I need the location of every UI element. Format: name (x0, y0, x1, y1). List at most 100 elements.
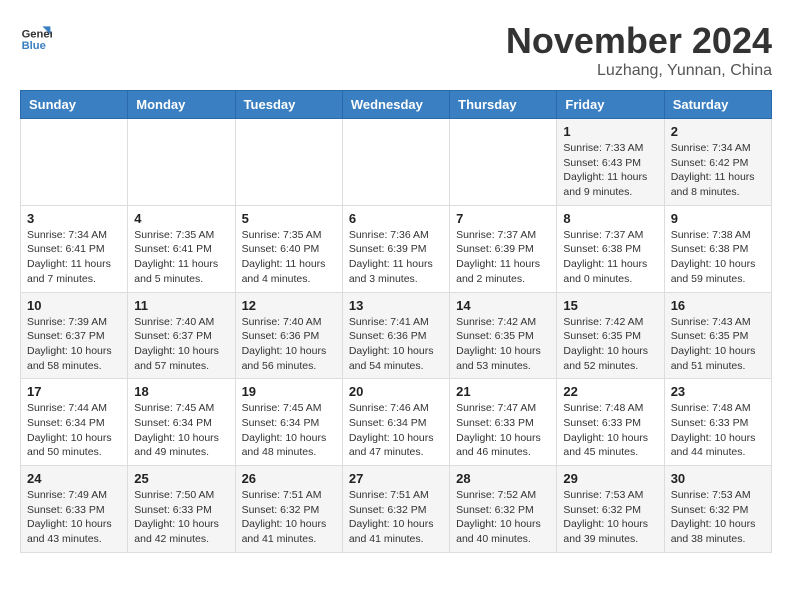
calendar-cell: 23Sunrise: 7:48 AMSunset: 6:33 PMDayligh… (664, 379, 771, 466)
day-number: 8 (563, 211, 657, 226)
calendar-cell (450, 119, 557, 206)
day-number: 18 (134, 384, 228, 399)
day-info: Sunrise: 7:34 AMSunset: 6:42 PMDaylight:… (671, 141, 765, 200)
day-info: Sunrise: 7:48 AMSunset: 6:33 PMDaylight:… (563, 401, 657, 460)
day-number: 4 (134, 211, 228, 226)
day-info: Sunrise: 7:52 AMSunset: 6:32 PMDaylight:… (456, 488, 550, 547)
weekday-header-row: SundayMondayTuesdayWednesdayThursdayFrid… (21, 91, 772, 119)
calendar-cell: 12 Sunrise: 7:40 AMSunset: 6:36 PMDayligh… (235, 292, 342, 379)
weekday-header-wednesday: Wednesday (342, 91, 449, 119)
svg-text:Blue: Blue (22, 40, 46, 52)
calendar-cell: 6 Sunrise: 7:36 AMSunset: 6:39 PMDaylight… (342, 205, 449, 292)
day-info: Sunrise: 7:43 AMSunset: 6:35 PMDaylight:… (671, 315, 765, 374)
day-info: Sunrise: 7:39 AMSunset: 6:37 PMDaylight:… (27, 315, 121, 374)
day-info: Sunrise: 7:42 AMSunset: 6:35 PMDaylight:… (456, 315, 550, 374)
day-number: 26 (242, 471, 336, 486)
calendar-cell (128, 119, 235, 206)
day-info: Sunrise: 7:33 AMSunset: 6:43 PMDaylight:… (563, 141, 657, 200)
calendar-body: 1 Sunrise: 7:33 AMSunset: 6:43 PMDaylight… (21, 119, 772, 553)
day-info: Sunrise: 7:35 AMSunset: 6:40 PMDaylight:… (242, 228, 336, 287)
calendar-cell: 3Sunrise: 7:34 AMSunset: 6:41 PMDaylight… (21, 205, 128, 292)
weekday-header-saturday: Saturday (664, 91, 771, 119)
day-number: 10 (27, 298, 121, 313)
day-info: Sunrise: 7:48 AMSunset: 6:33 PMDaylight:… (671, 401, 765, 460)
day-info: Sunrise: 7:35 AMSunset: 6:41 PMDaylight:… (134, 228, 228, 287)
calendar-cell: 7Sunrise: 7:37 AMSunset: 6:39 PMDaylight… (450, 205, 557, 292)
weekday-header-friday: Friday (557, 91, 664, 119)
calendar-cell (342, 119, 449, 206)
day-number: 21 (456, 384, 550, 399)
weekday-header-sunday: Sunday (21, 91, 128, 119)
calendar-cell: 20 Sunrise: 7:46 AMSunset: 6:34 PMDayligh… (342, 379, 449, 466)
calendar-cell: 13Sunrise: 7:41 AMSunset: 6:36 PMDayligh… (342, 292, 449, 379)
day-number: 7 (456, 211, 550, 226)
day-info: Sunrise: 7:47 AMSunset: 6:33 PMDaylight:… (456, 401, 550, 460)
calendar-table: SundayMondayTuesdayWednesdayThursdayFrid… (20, 90, 772, 553)
week-row-1: 1 Sunrise: 7:33 AMSunset: 6:43 PMDaylight… (21, 119, 772, 206)
week-row-5: 24 Sunrise: 7:49 AMSunset: 6:33 PMDayligh… (21, 466, 772, 553)
month-title: November 2024 (506, 20, 772, 62)
calendar-cell: 29 Sunrise: 7:53 AMSunset: 6:32 PMDayligh… (557, 466, 664, 553)
day-info: Sunrise: 7:42 AMSunset: 6:35 PMDaylight:… (563, 315, 657, 374)
day-number: 5 (242, 211, 336, 226)
day-info: Sunrise: 7:37 AMSunset: 6:38 PMDaylight:… (563, 228, 657, 287)
day-number: 24 (27, 471, 121, 486)
day-info: Sunrise: 7:49 AMSunset: 6:33 PMDaylight:… (27, 488, 121, 547)
calendar-cell: 1 Sunrise: 7:33 AMSunset: 6:43 PMDaylight… (557, 119, 664, 206)
day-number: 27 (349, 471, 443, 486)
day-info: Sunrise: 7:51 AMSunset: 6:32 PMDaylight:… (349, 488, 443, 547)
day-info: Sunrise: 7:40 AMSunset: 6:36 PMDaylight:… (242, 315, 336, 374)
day-info: Sunrise: 7:41 AMSunset: 6:36 PMDaylight:… (349, 315, 443, 374)
logo: General Blue (20, 20, 52, 52)
calendar-cell: 8 Sunrise: 7:37 AMSunset: 6:38 PMDaylight… (557, 205, 664, 292)
calendar-cell: 28 Sunrise: 7:52 AMSunset: 6:32 PMDayligh… (450, 466, 557, 553)
calendar-cell: 10 Sunrise: 7:39 AMSunset: 6:37 PMDayligh… (21, 292, 128, 379)
weekday-header-monday: Monday (128, 91, 235, 119)
location-subtitle: Luzhang, Yunnan, China (506, 62, 772, 80)
calendar-cell: 4 Sunrise: 7:35 AMSunset: 6:41 PMDaylight… (128, 205, 235, 292)
day-number: 28 (456, 471, 550, 486)
calendar-cell: 22 Sunrise: 7:48 AMSunset: 6:33 PMDayligh… (557, 379, 664, 466)
day-info: Sunrise: 7:46 AMSunset: 6:34 PMDaylight:… (349, 401, 443, 460)
day-number: 3 (27, 211, 121, 226)
calendar-cell: 15 Sunrise: 7:42 AMSunset: 6:35 PMDayligh… (557, 292, 664, 379)
day-number: 30 (671, 471, 765, 486)
day-number: 17 (27, 384, 121, 399)
day-number: 1 (563, 124, 657, 139)
day-number: 16 (671, 298, 765, 313)
day-info: Sunrise: 7:36 AMSunset: 6:39 PMDaylight:… (349, 228, 443, 287)
day-number: 9 (671, 211, 765, 226)
calendar-cell: 24 Sunrise: 7:49 AMSunset: 6:33 PMDayligh… (21, 466, 128, 553)
title-block: November 2024 Luzhang, Yunnan, China (506, 20, 772, 80)
day-number: 6 (349, 211, 443, 226)
day-info: Sunrise: 7:53 AMSunset: 6:32 PMDaylight:… (563, 488, 657, 547)
calendar-cell: 2 Sunrise: 7:34 AMSunset: 6:42 PMDaylight… (664, 119, 771, 206)
day-number: 2 (671, 124, 765, 139)
day-number: 22 (563, 384, 657, 399)
day-info: Sunrise: 7:45 AMSunset: 6:34 PMDaylight:… (242, 401, 336, 460)
day-number: 12 (242, 298, 336, 313)
calendar-cell: 5 Sunrise: 7:35 AMSunset: 6:40 PMDaylight… (235, 205, 342, 292)
day-info: Sunrise: 7:38 AMSunset: 6:38 PMDaylight:… (671, 228, 765, 287)
calendar-cell (21, 119, 128, 206)
day-number: 15 (563, 298, 657, 313)
calendar-cell: 16 Sunrise: 7:43 AMSunset: 6:35 PMDayligh… (664, 292, 771, 379)
day-info: Sunrise: 7:44 AMSunset: 6:34 PMDaylight:… (27, 401, 121, 460)
day-number: 19 (242, 384, 336, 399)
day-number: 14 (456, 298, 550, 313)
calendar-cell: 26Sunrise: 7:51 AMSunset: 6:32 PMDayligh… (235, 466, 342, 553)
day-number: 20 (349, 384, 443, 399)
week-row-3: 10 Sunrise: 7:39 AMSunset: 6:37 PMDayligh… (21, 292, 772, 379)
calendar-cell (235, 119, 342, 206)
calendar-cell: 25Sunrise: 7:50 AMSunset: 6:33 PMDayligh… (128, 466, 235, 553)
day-info: Sunrise: 7:40 AMSunset: 6:37 PMDaylight:… (134, 315, 228, 374)
calendar-cell: 14 Sunrise: 7:42 AMSunset: 6:35 PMDayligh… (450, 292, 557, 379)
day-number: 29 (563, 471, 657, 486)
page-header: General Blue November 2024 Luzhang, Yunn… (20, 20, 772, 80)
week-row-4: 17 Sunrise: 7:44 AMSunset: 6:34 PMDayligh… (21, 379, 772, 466)
calendar-cell: 21 Sunrise: 7:47 AMSunset: 6:33 PMDayligh… (450, 379, 557, 466)
calendar-cell: 19 Sunrise: 7:45 AMSunset: 6:34 PMDayligh… (235, 379, 342, 466)
weekday-header-thursday: Thursday (450, 91, 557, 119)
day-number: 25 (134, 471, 228, 486)
week-row-2: 3Sunrise: 7:34 AMSunset: 6:41 PMDaylight… (21, 205, 772, 292)
